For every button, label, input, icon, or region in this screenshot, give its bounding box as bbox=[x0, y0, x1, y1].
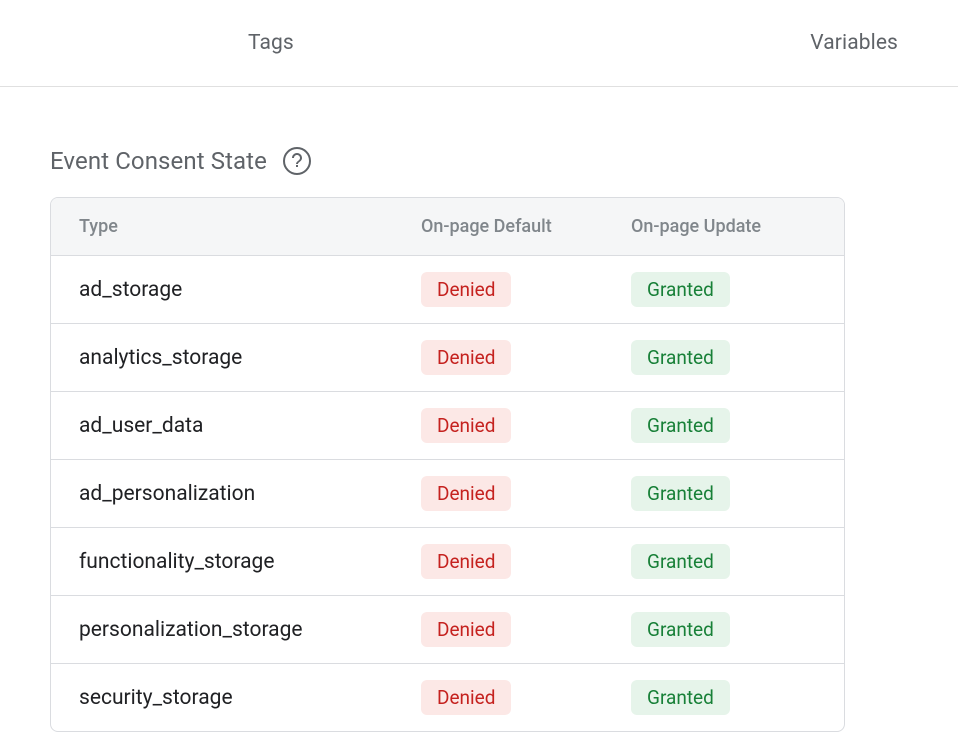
consent-type: security_storage bbox=[51, 686, 421, 710]
consent-type: analytics_storage bbox=[51, 346, 421, 370]
status-badge: Denied bbox=[421, 544, 511, 579]
section-title: Event Consent State bbox=[50, 147, 267, 175]
status-badge: Granted bbox=[631, 476, 730, 511]
consent-update-col: Granted bbox=[631, 272, 844, 307]
tab-variables[interactable]: Variables bbox=[810, 31, 898, 55]
section-header: Event Consent State bbox=[50, 147, 908, 175]
consent-update-col: Granted bbox=[631, 612, 844, 647]
status-badge: Granted bbox=[631, 612, 730, 647]
consent-update-col: Granted bbox=[631, 408, 844, 443]
table-row: personalization_storageDenied Granted bbox=[51, 596, 844, 664]
table-row: ad_storageDenied Granted bbox=[51, 256, 844, 324]
consent-default-col: Denied bbox=[421, 408, 631, 443]
tab-tags[interactable]: Tags bbox=[248, 31, 294, 55]
consent-update-col: Granted bbox=[631, 680, 844, 715]
consent-default-col: Denied bbox=[421, 544, 631, 579]
consent-type: ad_storage bbox=[51, 278, 421, 302]
table-header: Type On-page Default On-page Update bbox=[51, 198, 844, 256]
consent-update-col: Granted bbox=[631, 476, 844, 511]
consent-update-col: Granted bbox=[631, 340, 844, 375]
consent-table: Type On-page Default On-page Update ad_s… bbox=[50, 197, 845, 732]
status-badge: Granted bbox=[631, 680, 730, 715]
status-badge: Denied bbox=[421, 680, 511, 715]
consent-default-col: Denied bbox=[421, 476, 631, 511]
status-badge: Granted bbox=[631, 544, 730, 579]
status-badge: Granted bbox=[631, 408, 730, 443]
consent-type: ad_user_data bbox=[51, 414, 421, 438]
table-row: functionality_storageDenied Granted bbox=[51, 528, 844, 596]
consent-type: personalization_storage bbox=[51, 618, 421, 642]
table-body: ad_storageDeniedGrantedanalytics_storage… bbox=[51, 256, 844, 731]
tabs-bar: Tags Variables bbox=[0, 0, 958, 87]
status-badge: Denied bbox=[421, 612, 511, 647]
consent-update-col: Granted bbox=[631, 544, 844, 579]
status-badge: Granted bbox=[631, 272, 730, 307]
help-icon[interactable] bbox=[283, 147, 311, 175]
table-row: ad_user_dataDenied Granted bbox=[51, 392, 844, 460]
table-row: analytics_storageDenied Granted bbox=[51, 324, 844, 392]
status-badge: Granted bbox=[631, 340, 730, 375]
status-badge: Denied bbox=[421, 476, 511, 511]
table-row: security_storageDenied Granted bbox=[51, 664, 844, 731]
header-type: Type bbox=[51, 216, 421, 237]
table-row: ad_personalizationDenied Granted bbox=[51, 460, 844, 528]
consent-default-col: Denied bbox=[421, 272, 631, 307]
header-default: On-page Default bbox=[421, 216, 631, 237]
content-area: Event Consent State Type On-page Default… bbox=[0, 87, 958, 732]
consent-type: ad_personalization bbox=[51, 482, 421, 506]
consent-default-col: Denied bbox=[421, 340, 631, 375]
status-badge: Denied bbox=[421, 340, 511, 375]
status-badge: Denied bbox=[421, 272, 511, 307]
consent-default-col: Denied bbox=[421, 612, 631, 647]
consent-type: functionality_storage bbox=[51, 550, 421, 574]
consent-default-col: Denied bbox=[421, 680, 631, 715]
status-badge: Denied bbox=[421, 408, 511, 443]
header-update: On-page Update bbox=[631, 216, 844, 237]
